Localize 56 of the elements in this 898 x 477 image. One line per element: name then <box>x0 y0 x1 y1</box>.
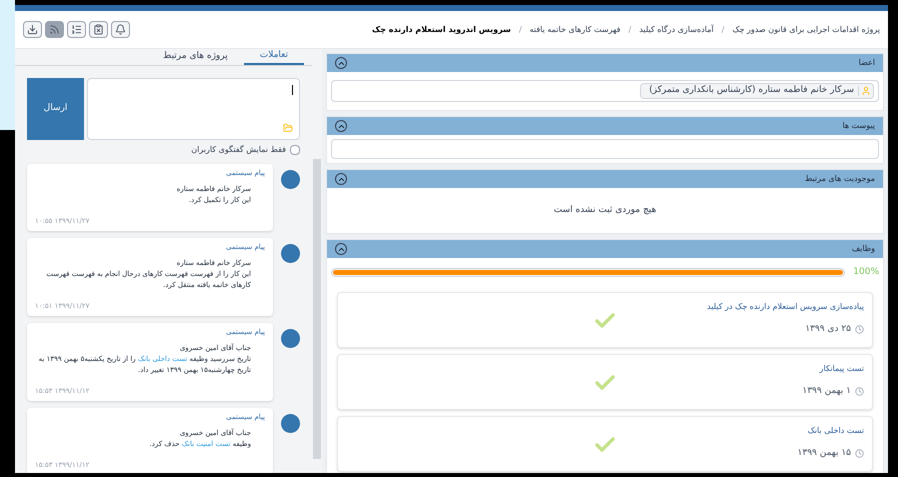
avatar <box>281 414 300 432</box>
section-title: اعضا <box>858 57 875 69</box>
task-date: ۲۵ دی ۱۳۹۹ <box>805 322 851 336</box>
task-card[interactable]: تست داخلی بانک ۱۵ بهمن ۱۳۹۹ <box>337 416 873 472</box>
tab[interactable]: پروژه های مرتبط <box>147 49 244 64</box>
bell-icon <box>115 24 126 35</box>
section-header[interactable]: موجودیت های مرتبط <box>327 170 883 188</box>
collapse-button[interactable] <box>335 243 347 255</box>
section-header[interactable]: اعضا <box>327 54 883 72</box>
section-header[interactable]: پیوست ها <box>327 117 883 135</box>
rss-button[interactable] <box>45 21 64 38</box>
section-title: پیوست ها <box>842 120 875 132</box>
tab[interactable]: تعاملات <box>244 49 304 64</box>
empty-message: هیچ موردی ثبت نشده است <box>554 204 656 217</box>
section-header[interactable]: وظایف <box>327 240 883 258</box>
breadcrumb-separator: / <box>628 24 632 36</box>
avatar <box>281 244 300 262</box>
download-button[interactable] <box>23 21 42 38</box>
progress-label: 100% <box>853 266 879 279</box>
breadcrumb-separator: / <box>518 24 523 36</box>
scrollbar-thumb[interactable] <box>313 159 321 459</box>
collapse-button[interactable] <box>335 57 347 69</box>
clock-icon <box>855 448 864 458</box>
breadcrumb-separator: / <box>720 24 726 36</box>
message-input[interactable] <box>87 78 300 140</box>
avatar <box>281 328 300 348</box>
send-button[interactable]: ارسال <box>27 78 84 140</box>
collapse-button[interactable] <box>335 120 347 132</box>
user-icon <box>861 86 871 96</box>
task-title[interactable]: پیاده‌سازی سرویس استعلام دارنده چک در کیلید <box>707 300 864 312</box>
bell-button[interactable] <box>111 21 130 38</box>
download-icon <box>27 24 38 35</box>
list-button[interactable] <box>67 21 86 38</box>
clock-icon <box>855 386 864 396</box>
clipboard-button[interactable] <box>89 21 108 38</box>
breadcrumb-item: سرویس اندروید استعلام دارنده چک <box>372 24 511 36</box>
checkbox[interactable] <box>290 144 300 154</box>
clipboard-icon <box>93 24 104 35</box>
collapse-button[interactable] <box>335 173 347 185</box>
breadcrumb-item[interactable]: آماده‌سازی درگاه کیلید <box>639 24 714 36</box>
breadcrumb-item[interactable]: فهرست کارهای خاتمه یافته <box>530 24 620 36</box>
member-chip[interactable]: سرکار خانم فاطمه ستاره (کارشناس بانکداری متمرکز) <box>640 83 874 99</box>
clock-icon <box>855 324 864 334</box>
task-title[interactable]: تست داخلی بانک <box>808 424 864 436</box>
rss-icon <box>49 24 60 35</box>
avatar <box>281 170 300 188</box>
task-card[interactable]: تست پیمانکار ۱ بهمن ۱۳۹۹ <box>337 354 873 410</box>
task-card[interactable]: پیاده‌سازی سرویس استعلام دارنده چک در کیلید ۲۵ دی ۱۳۹۹ <box>337 292 873 348</box>
breadcrumb-item[interactable]: پروژه اقدامات اجرایی برای قانون صدور چک <box>732 24 880 36</box>
task-title[interactable]: تست پیمانکار <box>820 362 864 374</box>
checkbox-label[interactable]: فقط نمایش گفتگوی کاربران <box>191 144 286 156</box>
section-title: موجودیت های مرتبط <box>804 173 875 185</box>
section-title: وظایف <box>852 243 875 255</box>
list-icon <box>71 24 82 35</box>
task-date: ۱ بهمن ۱۳۹۹ <box>802 384 851 398</box>
task-date: ۱۵ بهمن ۱۳۹۹ <box>798 446 851 460</box>
